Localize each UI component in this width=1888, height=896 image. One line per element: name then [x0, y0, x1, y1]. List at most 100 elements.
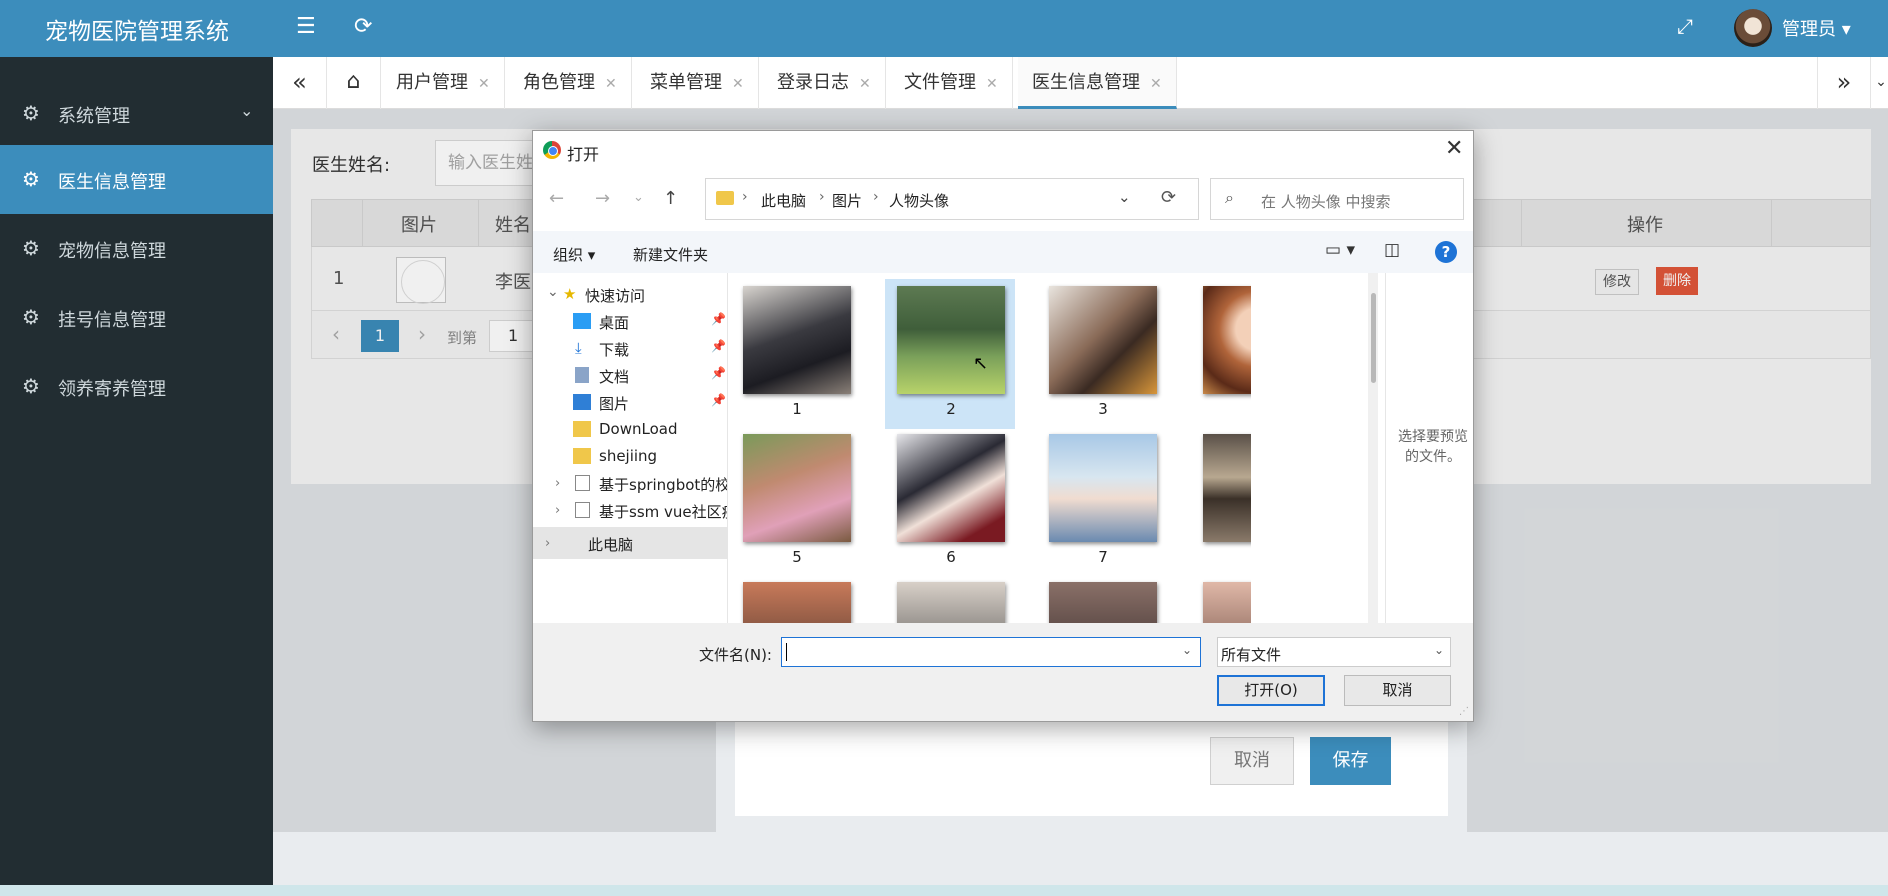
edit-save-button[interactable]: 保存	[1310, 737, 1391, 785]
tab-label: 医生信息管理	[1032, 72, 1140, 93]
gear-icon: ⚙	[22, 305, 40, 329]
file-item[interactable]	[731, 575, 861, 623]
breadcrumb-folder[interactable]: 人物头像	[889, 190, 949, 211]
refresh-icon[interactable]: ⟳	[1161, 187, 1176, 208]
nav-label: 快速访问	[585, 287, 646, 305]
user-name: 管理员	[1782, 19, 1836, 40]
file-grid: 1 2 3 4 5 6 7 8	[731, 273, 1251, 623]
new-folder-button[interactable]: 新建文件夹	[633, 244, 708, 265]
nav-label: 此电脑	[588, 536, 634, 554]
text-caret	[786, 643, 787, 661]
grid-scroll-thumb[interactable]	[1371, 293, 1376, 383]
sidebar-item-adoption[interactable]: ⚙ 领养寄养管理	[0, 352, 273, 421]
sidebar-item-label: 挂号信息管理	[58, 310, 166, 331]
back-icon[interactable]: ←	[549, 188, 564, 209]
nav-this-pc[interactable]: › 此电脑	[533, 527, 728, 559]
pin-icon: 📌	[711, 366, 726, 380]
tab-role[interactable]: 角色管理 ✕	[509, 57, 632, 109]
file-item[interactable]	[885, 575, 1015, 623]
close-icon[interactable]: ✕	[1445, 136, 1463, 161]
tab-user[interactable]: 用户管理 ✕	[382, 57, 505, 109]
file-name: 1	[792, 400, 802, 418]
chevron-right-icon[interactable]: ›	[555, 476, 560, 491]
close-icon[interactable]: ✕	[605, 76, 617, 92]
tabs-scroll-left-icon[interactable]: «	[273, 57, 327, 109]
resize-grip-icon[interactable]: ⋰	[1459, 706, 1469, 717]
folder-icon	[716, 191, 734, 205]
fullscreen-icon[interactable]: ⤢	[1677, 14, 1693, 38]
close-icon[interactable]: ✕	[478, 76, 490, 92]
sidebar-item-pet[interactable]: ⚙ 宠物信息管理	[0, 214, 273, 283]
sidebar-item-registration[interactable]: ⚙ 挂号信息管理	[0, 283, 273, 352]
chevron-right-icon[interactable]: ›	[545, 536, 550, 551]
file-item[interactable]	[1037, 575, 1167, 623]
close-icon[interactable]: ✕	[732, 76, 744, 92]
file-item[interactable]: 3	[1037, 279, 1167, 429]
desktop-icon	[573, 313, 591, 329]
folder-icon	[573, 421, 591, 437]
tab-menu[interactable]: 菜单管理 ✕	[636, 57, 759, 109]
pin-icon: 📌	[711, 312, 726, 326]
filetype-select[interactable]: 所有文件 ⌄	[1217, 637, 1451, 667]
address-bar[interactable]: › 此电脑 › 图片 › 人物头像 ⌄ ⟳	[705, 178, 1199, 220]
folder-search-input[interactable]: ⌕ 在 人物头像 中搜索	[1210, 178, 1464, 220]
close-icon[interactable]: ✕	[859, 76, 871, 92]
tab-login-log[interactable]: 登录日志 ✕	[763, 57, 886, 109]
file-item[interactable]: 6	[885, 427, 1015, 577]
preview-pane-icon[interactable]: ◫	[1384, 240, 1400, 260]
search-icon: ⌕	[1225, 188, 1234, 207]
chevron-right-icon: ›	[819, 189, 825, 205]
tabs-dropdown-icon[interactable]: ⌄	[1871, 57, 1888, 109]
sidebar-item-label: 宠物信息管理	[58, 241, 166, 262]
sidebar-item-doctor[interactable]: ⚙ 医生信息管理	[0, 145, 273, 214]
tab-file[interactable]: 文件管理 ✕	[890, 57, 1013, 109]
gear-icon: ⚙	[22, 236, 40, 260]
tab-doctor[interactable]: 医生信息管理 ✕	[1018, 57, 1177, 109]
close-icon[interactable]: ✕	[1150, 76, 1162, 92]
tab-label: 用户管理	[396, 72, 468, 93]
search-placeholder: 在 人物头像 中搜索	[1261, 193, 1391, 211]
sidebar-item-system[interactable]: ⚙ 系统管理 ⌄	[0, 79, 273, 148]
up-folder-icon[interactable]: ↑	[663, 188, 678, 209]
image-thumbnail	[743, 434, 851, 542]
edit-cancel-button[interactable]: 取消	[1210, 737, 1294, 785]
nav-label: 图片	[599, 395, 630, 413]
avatar[interactable]	[1734, 9, 1772, 47]
chevron-down-icon[interactable]: ⌄	[1118, 188, 1131, 206]
file-item[interactable]: 8	[1191, 427, 1251, 577]
chevron-down-icon[interactable]: ⌄	[1182, 643, 1192, 657]
breadcrumb-this-pc[interactable]: 此电脑	[761, 190, 806, 211]
organize-button[interactable]: 组织 ▾	[553, 244, 595, 265]
filename-input[interactable]: ⌄	[781, 637, 1201, 667]
menu-toggle-icon[interactable]: ☰	[296, 14, 316, 39]
expand-down-icon[interactable]: ⌄	[547, 284, 559, 300]
view-options-icon[interactable]: ▭ ▾	[1325, 240, 1355, 260]
sidebar-item-label: 系统管理	[58, 106, 130, 127]
help-icon[interactable]: ?	[1435, 241, 1457, 263]
file-open-dialog: 打开 ✕ ← → ⌄ ↑ › 此电脑 › 图片 › 人物头像 ⌄ ⟳ ⌕ 在 人…	[532, 130, 1474, 722]
file-item[interactable]: 4	[1191, 279, 1251, 429]
file-item[interactable]: 7	[1037, 427, 1167, 577]
file-item-selected[interactable]: 2	[885, 279, 1015, 429]
file-item[interactable]: 1	[731, 279, 861, 429]
file-item[interactable]: 5	[731, 427, 861, 577]
user-menu[interactable]: 管理员 ▾	[1782, 15, 1851, 41]
tab-bar: « ⌂ 用户管理 ✕ 角色管理 ✕ 菜单管理 ✕ 登录日志 ✕ 文件管理 ✕ 医生信息管理…	[273, 57, 1888, 109]
close-icon[interactable]: ✕	[986, 76, 998, 92]
home-icon[interactable]: ⌂	[327, 57, 381, 109]
refresh-icon[interactable]: ⟳	[354, 14, 372, 39]
open-button[interactable]: 打开(O)	[1217, 675, 1325, 706]
breadcrumb-pictures[interactable]: 图片	[832, 190, 862, 211]
chevron-down-icon: ⌄	[1434, 643, 1445, 657]
tabs-scroll-right-icon[interactable]: »	[1817, 57, 1871, 109]
recent-locations-icon[interactable]: ⌄	[633, 190, 644, 205]
chevron-right-icon[interactable]: ›	[555, 503, 560, 518]
nav-label: 文档	[599, 368, 630, 386]
file-name: 4	[1191, 400, 1251, 418]
cancel-button[interactable]: 取消	[1344, 675, 1451, 706]
top-header: 宠物医院管理系统 ☰ ⟳ ⤢ 管理员 ▾	[0, 0, 1888, 57]
download-icon: ⤓	[575, 339, 582, 357]
file-item[interactable]	[1191, 575, 1251, 623]
forward-icon[interactable]: →	[595, 188, 610, 209]
nav-folder-ssm[interactable]: › 基于ssm vue社区疫	[533, 494, 728, 526]
